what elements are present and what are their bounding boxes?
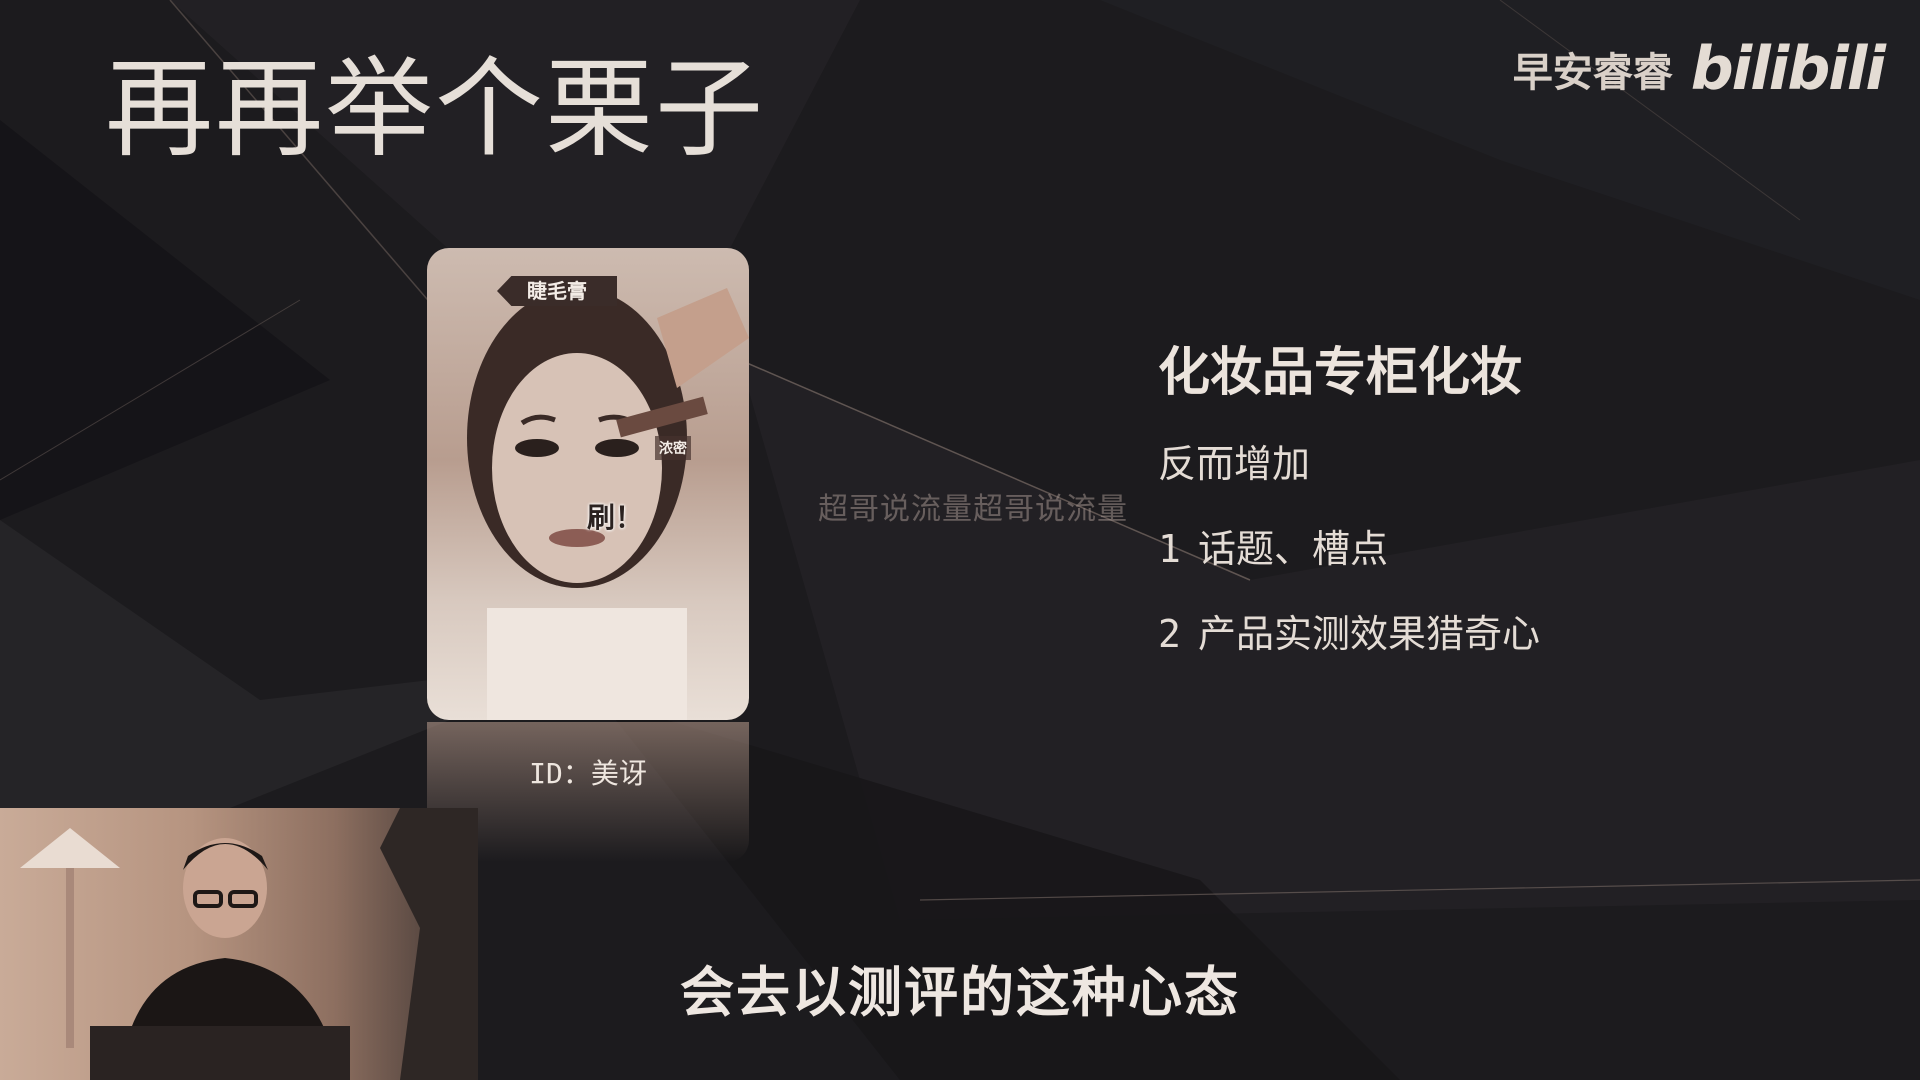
face-illustration: [467, 288, 749, 720]
channel-name: 早安睿睿: [1512, 50, 1673, 96]
bullet-number: 2: [1158, 612, 1181, 656]
presenter-webcam: [0, 808, 478, 1080]
video-subtitle: 会去以测评的这种心态: [680, 961, 1240, 1024]
bilibili-logo: bilibili: [1690, 34, 1886, 104]
watermark-text: 超哥说流量超哥说流量: [818, 492, 1128, 527]
bullet-list: 化妆品专柜化妆 反而增加 1 话题、槽点 2 产品实测效果猎奇心: [1158, 330, 1540, 688]
bullet-intro: 反而增加: [1158, 442, 1311, 486]
video-thumbnail-card: 睫毛膏 浓密 刷！: [427, 248, 749, 720]
bullet-text: 产品实测效果猎奇心: [1198, 612, 1541, 656]
dense-label: 浓密: [655, 436, 691, 460]
bullet-item: 2 产品实测效果猎奇心: [1158, 603, 1540, 658]
brush-caption: 刷！: [587, 501, 644, 534]
presenter-illustration: [20, 808, 478, 1080]
bullet-item: 1 话题、槽点: [1158, 518, 1540, 573]
mascara-tag: 睫毛膏: [497, 276, 617, 306]
bullet-number: 1: [1158, 527, 1181, 571]
bullet-text: 话题、槽点: [1198, 527, 1389, 571]
creator-id: ID：美讶: [529, 757, 647, 790]
bullet-heading: 化妆品专柜化妆: [1158, 343, 1523, 403]
page-title: 再再举个栗子: [105, 47, 766, 172]
brand-header: 早安睿睿 bilibili: [1512, 34, 1886, 104]
